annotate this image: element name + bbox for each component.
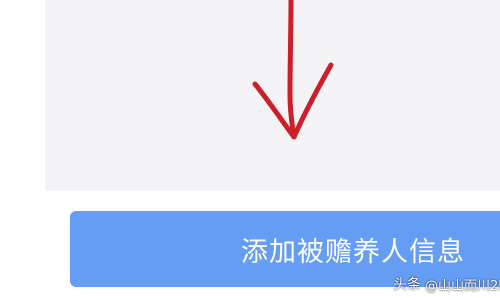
watermark-source: 头条: [393, 277, 421, 293]
watermark: 头条 @山山而川2l: [393, 273, 500, 295]
add-dependent-info-label: 添加被赡养人信息: [241, 236, 465, 268]
watermark-handle: @山山而川2l: [425, 278, 500, 294]
content-panel: [45, 0, 500, 191]
